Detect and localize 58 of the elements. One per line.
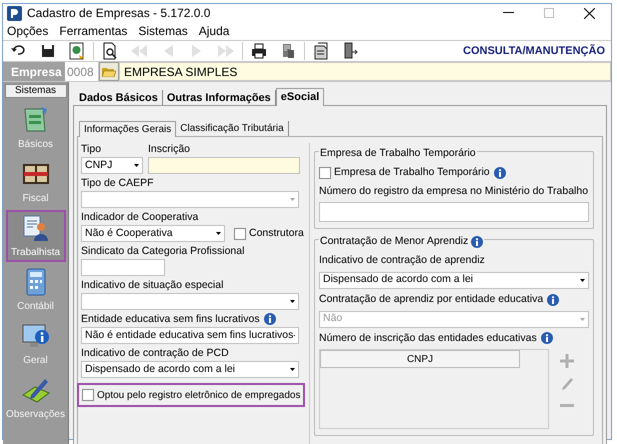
info-icon[interactable]	[264, 313, 276, 325]
dropdown-field[interactable]: Não é entidade educativa sem fins lucrativos	[81, 327, 299, 344]
sidebar-header-button[interactable]: Sistemas	[4, 84, 66, 98]
field-label: Tipo de CAEPF	[81, 177, 154, 189]
field-label: Tipo	[81, 143, 102, 155]
mode-label: CONSULTA/MANUTENÇÃO	[463, 43, 605, 59]
company-name-field[interactable]: EMPRESA SIMPLES	[119, 62, 611, 81]
field-label: Indicativo de situação especial	[81, 279, 224, 291]
group-title: Contratação de Menor Aprendiz	[320, 234, 468, 250]
dropdown-arrow-icon	[289, 196, 296, 203]
dropdown-field[interactable]: Dispensado de acordo com a lei	[81, 361, 299, 378]
printer-button[interactable]	[249, 41, 269, 61]
text-field[interactable]	[148, 157, 300, 174]
dropdown-field[interactable]: Não é Cooperativa	[81, 225, 225, 242]
menu-item[interactable]: Opções	[7, 22, 48, 40]
text-field[interactable]	[81, 259, 165, 276]
field-label: Entidade educativa sem fins lucrativos	[81, 313, 260, 325]
info-icon[interactable]	[494, 166, 506, 179]
menu-item[interactable]: Sistemas	[138, 22, 188, 40]
pencil-icon	[560, 376, 574, 390]
info-icon[interactable]	[471, 236, 484, 248]
info-icon[interactable]	[540, 332, 553, 344]
dropdown-arrow-icon	[289, 298, 296, 305]
checkbox[interactable]: Construtora	[234, 225, 304, 242]
company-label: Empresa	[3, 62, 65, 81]
field-label: Contratação de aprendiz por entidade educativa	[319, 292, 544, 307]
dropdown-arrow-icon	[579, 276, 586, 284]
field-label: Inscrição	[148, 143, 190, 155]
field-label: Número de inscrição das entidades educativas	[319, 330, 537, 346]
field-label: Indicativo de contração de PCD	[81, 347, 229, 359]
menu-item[interactable]: Ajuda	[198, 22, 230, 40]
dropdown-field[interactable]: Dispensado de acordo com a lei	[319, 272, 589, 289]
window-title: Cadastro de Empresas - 5.172.0.0	[27, 5, 210, 22]
column-header[interactable]: CNPJ	[320, 350, 520, 368]
dropdown-field[interactable]: CNPJ	[81, 157, 143, 174]
text-field[interactable]	[319, 202, 589, 222]
person-document-icon	[20, 212, 50, 242]
checkbox[interactable]: Empresa de Trabalho Temporário	[319, 164, 490, 180]
dropdown-arrow-icon	[579, 316, 586, 322]
close-icon[interactable]	[584, 8, 595, 18]
last-record-icon	[217, 42, 235, 60]
folder-icon	[102, 66, 116, 77]
minimize-icon[interactable]	[503, 12, 514, 14]
group-title: Empresa de Trabalho Temporário	[320, 146, 476, 161]
menu-item[interactable]: Ferramentas	[59, 22, 128, 40]
field-label: Número do registro da empresa no Ministério do Trabalho	[319, 184, 589, 198]
dropdown-arrow-icon	[289, 366, 296, 373]
field-label: Sindicato da Categoria Profissional	[81, 245, 244, 257]
highlighted-checkbox[interactable]: Optou pelo registro eletrônico de empregados	[77, 383, 306, 407]
field-label: Indicador de Cooperativa	[81, 211, 198, 223]
add-icon	[560, 354, 574, 368]
field-label: Indicativo de contração de aprendiz	[319, 253, 485, 268]
tab[interactable]: eSocial	[276, 88, 324, 106]
first-record-icon	[130, 42, 148, 60]
dropdown-field[interactable]	[81, 293, 299, 310]
dropdown-arrow-icon	[215, 230, 222, 237]
dropdown-arrow-icon	[133, 162, 140, 169]
tab[interactable]: Informações Gerais	[79, 121, 176, 137]
